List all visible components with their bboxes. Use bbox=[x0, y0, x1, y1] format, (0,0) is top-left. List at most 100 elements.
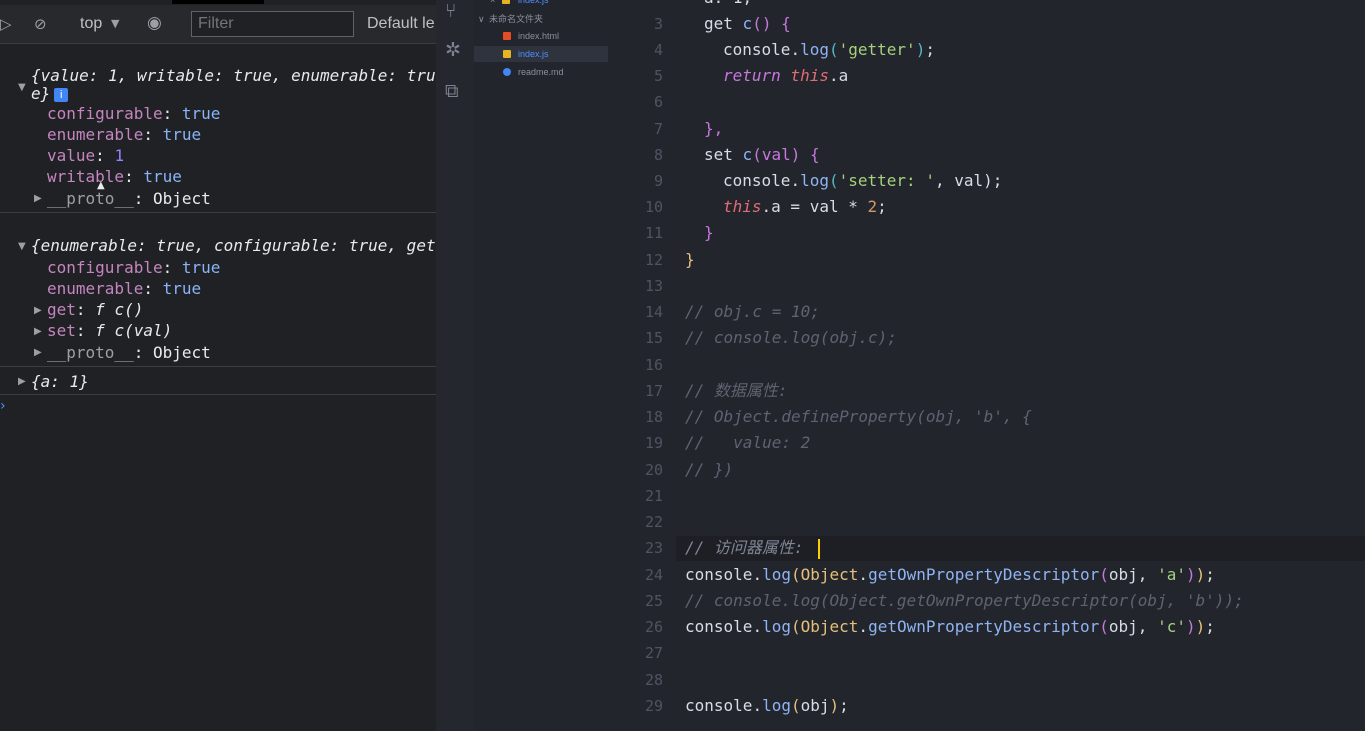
property-value: true bbox=[143, 167, 182, 186]
expand-triangle-icon[interactable]: ▼ bbox=[18, 82, 26, 93]
method-name: log bbox=[762, 696, 791, 715]
method-name: log bbox=[800, 171, 829, 190]
code-line[interactable]: a: 1, bbox=[704, 0, 752, 8]
property-value: f c() bbox=[95, 300, 144, 319]
code-line[interactable]: console.log('getter'); bbox=[723, 40, 935, 60]
expand-triangle-icon[interactable]: ▶ bbox=[34, 193, 42, 204]
comment-line[interactable]: // Object.defineProperty(obj, 'b', { bbox=[685, 407, 1032, 427]
code-line[interactable]: this.a = val * 2; bbox=[723, 197, 887, 217]
property-key: configurable bbox=[47, 258, 163, 277]
comment-line[interactable]: // 访问器属性: bbox=[685, 538, 804, 558]
clear-console-icon[interactable]: ⊘ bbox=[34, 15, 47, 33]
property-row: configurable: true bbox=[47, 104, 221, 123]
chevron-down-icon: ∨ bbox=[478, 14, 485, 24]
proto-value: Object bbox=[152, 343, 211, 362]
method-name: log bbox=[762, 617, 791, 636]
expand-triangle-icon[interactable]: ▼ bbox=[18, 241, 26, 252]
line-number: 7 bbox=[653, 120, 663, 138]
expand-triangle-icon[interactable]: ▶ bbox=[34, 347, 42, 358]
code-line[interactable]: console.log('setter: ', val); bbox=[723, 171, 1002, 191]
getter-row[interactable]: get: f c() bbox=[47, 300, 143, 320]
identifier: .a bbox=[828, 66, 849, 85]
object-summary[interactable]: {value: 1, writable: true, enumerable: t… bbox=[31, 66, 436, 86]
code-line[interactable]: get c() { bbox=[704, 14, 791, 34]
context-selector[interactable]: top bbox=[80, 15, 102, 33]
comment-line[interactable]: // value: 2 bbox=[685, 433, 810, 453]
chevron-down-icon[interactable]: ▼ bbox=[111, 17, 119, 30]
code-line[interactable]: console.log(Object.getOwnPropertyDescrip… bbox=[685, 565, 1215, 585]
expand-triangle-icon[interactable]: ▶ bbox=[34, 305, 42, 316]
code-line[interactable]: set c(val) { bbox=[704, 145, 820, 165]
close-icon[interactable]: × bbox=[490, 0, 495, 8]
property-value: true bbox=[181, 104, 221, 123]
line-number: 24 bbox=[644, 566, 663, 584]
line-number: 26 bbox=[644, 618, 663, 636]
punctuation: , val); bbox=[934, 171, 1003, 190]
line-number: 19 bbox=[644, 434, 663, 452]
property-key: configurable bbox=[47, 104, 163, 123]
proto-row[interactable]: __proto__: Object bbox=[47, 189, 211, 209]
file-explorer: × index.js ∨ 未命名文件夹 index.html index.js … bbox=[474, 0, 608, 731]
property-key: value bbox=[47, 146, 96, 165]
identifier: console bbox=[723, 40, 791, 59]
comment-line[interactable]: // obj.c = 10; bbox=[685, 302, 820, 322]
property-value: true bbox=[162, 125, 202, 144]
comment-line[interactable]: // console.log(Object.getOwnPropertyDesc… bbox=[685, 591, 1244, 611]
line-number: 21 bbox=[644, 487, 663, 505]
debug-icon[interactable]: ✲ bbox=[445, 39, 461, 61]
filter-input[interactable] bbox=[191, 11, 354, 37]
class-name: Object bbox=[800, 617, 859, 636]
folder-item[interactable]: ∨ 未命名文件夹 bbox=[474, 11, 608, 27]
eye-icon[interactable]: ◉ bbox=[147, 13, 162, 33]
code-line[interactable]: } bbox=[685, 250, 695, 270]
identifier: obj bbox=[800, 696, 830, 715]
line-number: 29 bbox=[644, 697, 663, 715]
string: 'a' bbox=[1157, 565, 1186, 584]
activity-bar: ⑂ ✲ ⧉ bbox=[436, 0, 474, 731]
divider bbox=[0, 212, 436, 213]
proto-row[interactable]: __proto__: Object bbox=[47, 343, 211, 363]
proto-key: __proto__ bbox=[47, 343, 134, 362]
file-item[interactable]: index.html bbox=[474, 28, 608, 44]
string: 'c' bbox=[1157, 617, 1186, 636]
punctuation: () { bbox=[752, 14, 791, 33]
source-control-icon[interactable]: ⑂ bbox=[445, 0, 456, 22]
file-item[interactable]: readme.md bbox=[474, 64, 608, 80]
log-levels-dropdown[interactable]: Default le bbox=[367, 15, 435, 33]
comment-line[interactable]: // console.log(obj.c); bbox=[685, 328, 897, 348]
code-line[interactable]: console.log(Object.getOwnPropertyDescrip… bbox=[685, 617, 1215, 637]
comment-line[interactable]: // }) bbox=[685, 460, 733, 480]
code-line[interactable]: }, bbox=[704, 119, 723, 139]
file-item-active[interactable]: index.js bbox=[474, 46, 608, 62]
js-file-icon bbox=[502, 0, 510, 4]
property-row: enumerable: true bbox=[47, 125, 202, 144]
comment-line[interactable]: // 数据属性: bbox=[685, 381, 788, 401]
setter-row[interactable]: set: f c(val) bbox=[47, 321, 172, 341]
method-name: c bbox=[742, 14, 753, 33]
devtools-console-panel: ▷ ⊘ top ▼ ◉ Default le ▼ {value: 1, writ… bbox=[0, 0, 436, 731]
line-number: 18 bbox=[644, 408, 663, 426]
code-line[interactable]: return this.a bbox=[723, 66, 848, 86]
method-name: getOwnPropertyDescriptor bbox=[868, 565, 1100, 584]
console-prompt-icon[interactable]: › bbox=[0, 398, 6, 414]
divider bbox=[0, 394, 436, 395]
method-name: log bbox=[800, 40, 829, 59]
expand-triangle-icon[interactable]: ▶ bbox=[34, 326, 42, 337]
code-line[interactable]: console.log(obj); bbox=[685, 696, 849, 716]
property-row: writable: true bbox=[47, 167, 182, 186]
sidebar-toggle-icon[interactable]: ▷ bbox=[0, 15, 12, 33]
line-number: 11 bbox=[644, 224, 663, 242]
line-number: 16 bbox=[644, 356, 663, 374]
open-editor-item[interactable]: × index.js bbox=[474, 0, 608, 8]
code-line[interactable]: } bbox=[704, 223, 714, 243]
line-number: 5 bbox=[653, 67, 663, 85]
object-summary[interactable]: {enumerable: true, configurable: true, g… bbox=[31, 236, 436, 256]
object-summary[interactable]: {a: 1} bbox=[31, 372, 89, 392]
property-row: configurable: true bbox=[47, 258, 221, 277]
console-toolbar: ▷ ⊘ top ▼ ◉ Default le bbox=[0, 5, 436, 44]
extensions-icon[interactable]: ⧉ bbox=[445, 80, 459, 102]
line-number: 22 bbox=[644, 513, 663, 531]
expand-triangle-icon[interactable]: ▶ bbox=[18, 376, 26, 387]
property-row: enumerable: true bbox=[47, 279, 202, 298]
info-icon[interactable]: i bbox=[54, 88, 69, 102]
